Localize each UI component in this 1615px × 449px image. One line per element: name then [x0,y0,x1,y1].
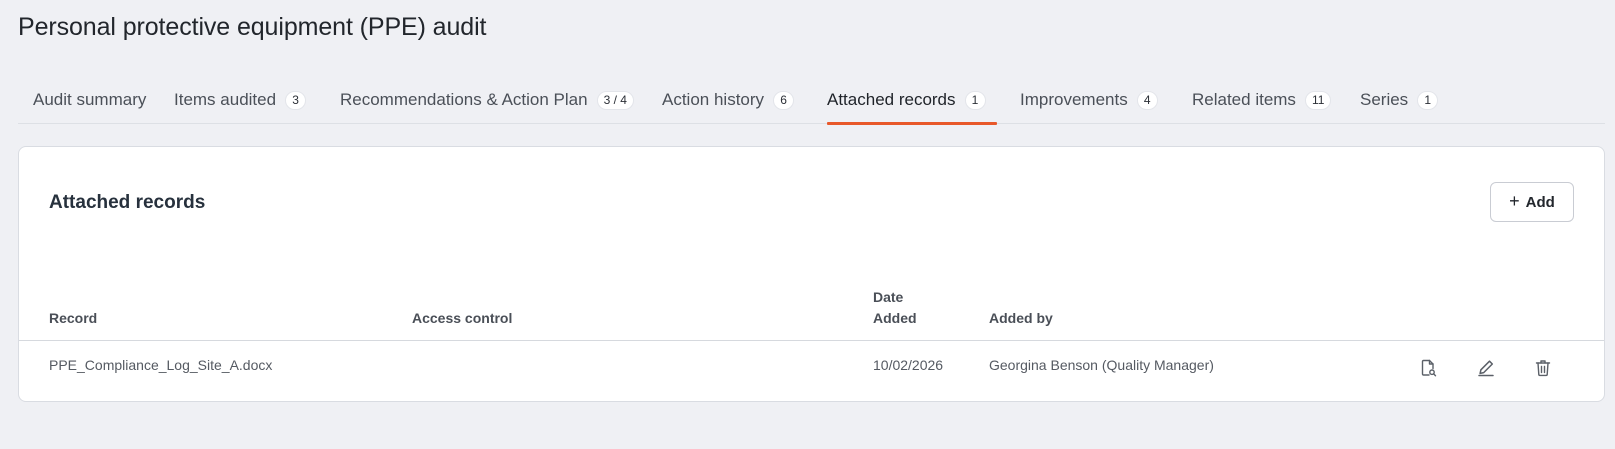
column-header-date-line1: Date [873,289,904,305]
page-title: Personal protective equipment (PPE) audi… [18,13,487,41]
tab-label: Audit summary [33,90,147,109]
column-header-date-added[interactable]: Date Added [873,287,917,329]
tab-recommendations-action-plan[interactable]: Recommendations & Action Plan 3 / 4 [340,80,634,124]
view-document-button[interactable] [1417,357,1439,379]
attached-records-card: Attached records + Add Record Access con… [18,146,1605,402]
tab-series[interactable]: Series 1 [1360,80,1439,124]
record-filename[interactable]: PPE_Compliance_Log_Site_A.docx [49,357,272,373]
tab-label: Items audited [174,90,277,109]
count-badge: 11 [1304,91,1332,110]
count-badge: 3 [285,91,307,110]
count-badge: 1 [1417,91,1439,110]
tab-items-audited[interactable]: Items audited 3 [174,80,307,124]
tab-bar: Audit summary Items audited 3 Recommenda… [18,80,1605,125]
plus-icon: + [1509,191,1520,211]
tab-audit-summary[interactable]: Audit summary [33,80,146,124]
tab-label: Improvements [1020,90,1128,109]
tab-attached-records[interactable]: Attached records 1 [827,80,997,125]
tab-label: Action history [662,90,765,109]
add-button[interactable]: + Add [1490,182,1574,222]
tab-label: Recommendations & Action Plan [340,90,588,109]
view-document-icon [1421,359,1437,377]
date-added-value: 10/02/2026 [873,357,944,373]
tab-label: Related items [1192,90,1296,109]
table-header-divider [19,340,1604,341]
count-badge: 3 / 4 [596,91,634,110]
edit-button[interactable] [1475,357,1497,379]
tab-related-items[interactable]: Related items 11 [1192,80,1332,124]
edit-pencil-icon [1478,360,1494,377]
delete-button[interactable] [1532,357,1554,379]
tab-label: Series [1360,90,1409,109]
count-badge: 1 [964,91,986,110]
added-by-value: Georgina Benson (Quality Manager) [989,357,1214,373]
tab-action-history[interactable]: Action history 6 [662,80,795,124]
count-badge: 4 [1136,91,1158,110]
add-button-label: Add [1525,193,1555,211]
column-header-date-line2: Added [873,310,917,326]
trash-icon [1535,360,1551,377]
column-header-access-control[interactable]: Access control [412,308,512,329]
column-header-record[interactable]: Record [49,308,97,329]
card-title: Attached records [49,192,206,213]
count-badge: 6 [773,91,795,110]
tab-improvements[interactable]: Improvements 4 [1020,80,1158,124]
tab-label: Attached records [827,90,956,109]
column-header-added-by[interactable]: Added by [989,308,1053,329]
